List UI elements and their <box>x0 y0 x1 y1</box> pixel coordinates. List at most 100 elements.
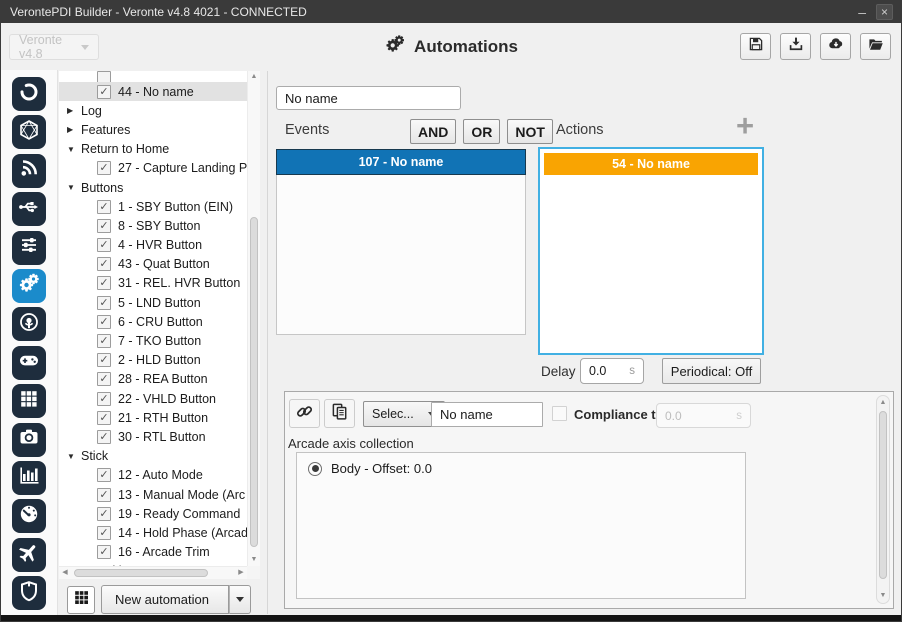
scroll-down-icon[interactable]: ▼ <box>248 554 260 566</box>
tree-item[interactable]: ✓ 6 - CRU Button <box>59 312 247 331</box>
tree-item[interactable]: ✓ 28 - REA Button <box>59 370 247 389</box>
checkbox[interactable]: ✓ <box>97 487 111 502</box>
action-name-input[interactable] <box>431 402 543 427</box>
tree-group[interactable]: ▼ Stick <box>59 447 247 466</box>
checkbox[interactable]: ✓ <box>97 525 111 540</box>
compliance-time-checkbox[interactable] <box>552 406 567 421</box>
tree-item[interactable]: ✓ 16 - Arcade Trim <box>59 543 247 562</box>
open-folder-button[interactable] <box>860 33 891 60</box>
checkbox[interactable]: ✓ <box>97 276 111 291</box>
automation-name-input[interactable] <box>276 86 461 110</box>
collapse-arrow-icon[interactable]: ▼ <box>67 452 78 461</box>
new-automation-dropdown[interactable] <box>229 585 251 614</box>
tree-item[interactable]: ✓ 44 - No name <box>59 82 247 102</box>
or-button[interactable]: OR <box>463 119 501 144</box>
scroll-down-icon[interactable]: ▼ <box>877 590 889 602</box>
checkbox[interactable]: ✓ <box>97 372 111 387</box>
radio-selected-icon[interactable] <box>308 461 322 476</box>
event-item-selected[interactable]: 107 - No name <box>276 149 526 175</box>
tree-item[interactable]: ✓ 31 - REL. HVR Button <box>59 274 247 293</box>
tree-group[interactable]: ▼ Return to Home <box>59 140 247 159</box>
sidebar-item-hex-mesh[interactable] <box>12 115 46 150</box>
tree-item[interactable]: ✓ 13 - Manual Mode (Arc <box>59 485 247 504</box>
checkbox[interactable]: ✓ <box>97 257 111 272</box>
checkbox[interactable]: ✓ <box>97 468 111 483</box>
tree-item[interactable]: ✓ 14 - Hold Phase (Arcad <box>59 523 247 542</box>
periodical-toggle-button[interactable]: Periodical: Off <box>662 358 761 384</box>
scrollbar-thumb[interactable] <box>74 569 208 577</box>
automation-grid-button[interactable] <box>67 586 95 614</box>
tree-group[interactable]: ▶ Features <box>59 120 247 139</box>
scroll-up-icon[interactable]: ▲ <box>877 397 889 409</box>
tree-item[interactable]: ✓ 19 - Ready Command <box>59 504 247 523</box>
arcade-axis-list[interactable]: Body - Offset: 0.0 <box>296 452 746 599</box>
tree-item[interactable]: ✓ 8 - SBY Button <box>59 216 247 235</box>
checkbox[interactable]: ✓ <box>97 84 111 99</box>
minimize-icon[interactable]: – <box>858 5 866 19</box>
action-item-selected[interactable]: 54 - No name <box>544 153 758 175</box>
checkbox[interactable]: ✓ <box>97 199 111 214</box>
export-download-button[interactable] <box>780 33 811 60</box>
and-button[interactable]: AND <box>410 119 457 144</box>
checkbox[interactable]: ✓ <box>97 353 111 368</box>
checkbox[interactable]: ✓ <box>97 545 111 560</box>
sidebar-item-gauge[interactable] <box>12 499 46 534</box>
add-action-icon[interactable]: + <box>736 110 754 141</box>
checkbox[interactable] <box>97 71 111 82</box>
tree-item[interactable]: ✓ 30 - RTL Button <box>59 427 247 446</box>
close-icon[interactable]: × <box>875 4 893 20</box>
checkbox[interactable]: ✓ <box>97 161 111 176</box>
sidebar-item-usb[interactable] <box>12 192 46 227</box>
checkbox[interactable]: ✓ <box>97 218 111 233</box>
checkbox[interactable]: ✓ <box>97 429 111 444</box>
scrollbar-thumb[interactable] <box>250 217 258 547</box>
checkbox[interactable]: ✓ <box>97 295 111 310</box>
copy-button[interactable] <box>324 399 355 428</box>
tree-item[interactable]: ✓ 12 - Auto Mode <box>59 466 247 485</box>
scroll-right-icon[interactable]: ▶ <box>235 567 247 579</box>
sidebar-item-bar-chart[interactable] <box>12 460 46 495</box>
scrollbar-thumb[interactable] <box>879 411 887 579</box>
events-list[interactable]: 107 - No name <box>276 149 526 335</box>
actions-list[interactable]: 54 - No name <box>538 147 764 355</box>
tree-item[interactable]: ✓ 21 - RTH Button <box>59 408 247 427</box>
tree-item[interactable]: ✓ 7 - TKO Button <box>59 331 247 350</box>
tree-item[interactable]: ✓ 43 - Quat Button <box>59 255 247 274</box>
sidebar-item-automations-gears[interactable] <box>12 268 46 303</box>
delay-input[interactable]: 0.0 s <box>580 358 644 384</box>
scroll-up-icon[interactable]: ▲ <box>248 71 260 83</box>
scroll-left-icon[interactable]: ◀ <box>59 567 71 579</box>
sidebar-item-power[interactable] <box>12 77 46 111</box>
sidebar-item-grid[interactable] <box>12 384 46 419</box>
tree-vertical-scrollbar[interactable]: ▲ ▼ <box>247 71 260 566</box>
expand-arrow-icon[interactable]: ▶ <box>67 125 78 134</box>
tree-group[interactable]: ▶ Log <box>59 101 247 120</box>
tree-group[interactable]: ▼ Buttons <box>59 178 247 197</box>
sidebar-item-shield[interactable] <box>12 576 46 611</box>
sidebar-item-sliders[interactable] <box>12 230 46 265</box>
tree-item[interactable]: ✓ 27 - Capture Landing P <box>59 159 247 178</box>
collapse-arrow-icon[interactable]: ▼ <box>67 145 78 154</box>
sidebar-item-airplane[interactable] <box>12 537 46 572</box>
cloud-download-button[interactable] <box>820 33 851 60</box>
tree-item[interactable]: ✓ 4 - HVR Button <box>59 236 247 255</box>
checkbox[interactable]: ✓ <box>97 334 111 349</box>
tree-item[interactable]: ✓ 5 - LND Button <box>59 293 247 312</box>
checkbox[interactable]: ✓ <box>97 410 111 425</box>
tree-item[interactable]: ✓ 1 - SBY Button (EIN) <box>59 197 247 216</box>
sidebar-item-rss[interactable] <box>12 153 46 188</box>
tree-item[interactable]: ✓ 2 - HLD Button <box>59 351 247 370</box>
collapse-arrow-icon[interactable]: ▼ <box>67 183 78 192</box>
checkbox[interactable]: ✓ <box>97 391 111 406</box>
checkbox[interactable]: ✓ <box>97 506 111 521</box>
new-automation-button[interactable]: New automation <box>101 585 229 614</box>
tree-item[interactable]: ✓ 22 - VHLD Button <box>59 389 247 408</box>
checkbox[interactable]: ✓ <box>97 314 111 329</box>
sidebar-item-podcast[interactable] <box>12 307 46 342</box>
sidebar-item-camera[interactable] <box>12 422 46 457</box>
tree-item-partial[interactable] <box>59 71 247 82</box>
not-button[interactable]: NOT <box>507 119 553 144</box>
expand-arrow-icon[interactable]: ▶ <box>67 106 78 115</box>
save-button[interactable] <box>740 33 771 60</box>
tree-horizontal-scrollbar[interactable]: ◀ ▶ <box>59 566 247 579</box>
